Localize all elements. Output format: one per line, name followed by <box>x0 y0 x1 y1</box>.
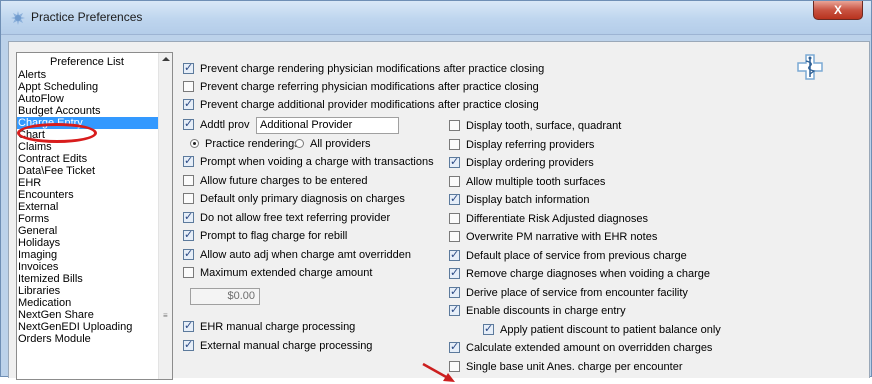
option-label: Apply patient discount to patient balanc… <box>500 323 721 336</box>
preference-list[interactable]: Preference List Alerts Appt Scheduling Aut… <box>16 52 173 380</box>
checkbox-external-manual-charge-processing[interactable] <box>183 338 194 352</box>
preference-item-orders-module[interactable]: Orders Module <box>17 333 159 345</box>
option-label: Derive place of service from encounter f… <box>466 286 688 299</box>
close-button[interactable]: X <box>813 1 863 20</box>
checkbox-differentiate-risk-adjusted-diagnoses[interactable] <box>449 212 460 224</box>
checkbox-prevent-charge-rendering-physician-modifications-after-practice-closing[interactable] <box>183 61 194 75</box>
option-label: External manual charge processing <box>200 339 373 352</box>
preference-list-scrollbar[interactable]: ≡ <box>158 53 172 379</box>
checkbox-default-place-of-service-from-previous-charge[interactable] <box>449 248 460 262</box>
checkbox-apply-patient-discount-to-patient-balance-only[interactable] <box>483 322 494 336</box>
option-label: Allow future charges to be entered <box>200 174 368 187</box>
option-label: Remove charge diagnoses when voiding a c… <box>466 268 710 280</box>
window-title: Practice Preferences <box>31 10 143 24</box>
checkbox-allow-multiple-tooth-surfaces[interactable] <box>449 175 460 187</box>
checkbox-derive-place-of-service-from-encounter-facility[interactable] <box>449 285 460 299</box>
checkbox-prevent-charge-additional-provider-modifications-after-practice-closing[interactable] <box>183 97 194 111</box>
checkbox-allow-future-charges-to-be-entered[interactable] <box>183 174 194 186</box>
option-label: Prevent charge referring physician modif… <box>200 81 539 93</box>
scroll-grip-icon[interactable]: ≡ <box>163 311 168 320</box>
preference-item-nextgen-share[interactable]: NextGen Share <box>17 309 159 321</box>
preference-item-encounters[interactable]: Encounters <box>17 189 159 201</box>
preference-item-alerts[interactable]: Alerts <box>17 69 159 81</box>
addtl-prov-checkbox[interactable] <box>183 117 194 131</box>
checkbox-allow-auto-adj-when-charge-amt-overridden[interactable] <box>183 247 194 261</box>
option-label: Prevent charge rendering physician modif… <box>200 63 545 75</box>
option-label: Allow multiple tooth surfaces <box>466 175 606 188</box>
preference-item-general[interactable]: General <box>17 225 159 237</box>
checkbox-ehr-manual-charge-processing[interactable] <box>183 319 194 333</box>
option-label: Prevent charge additional provider modif… <box>200 99 539 111</box>
preference-item-claims[interactable]: Claims <box>17 141 159 153</box>
all-providers-label: All providers <box>310 138 371 150</box>
preference-item-budget-accounts[interactable]: Budget Accounts <box>17 105 159 117</box>
option-label: Display tooth, surface, quadrant <box>466 120 622 132</box>
practice-renderings-label: Practice renderings <box>205 138 300 150</box>
max-extended-amount-input[interactable]: $0.00 <box>190 288 260 305</box>
checkbox-overwrite-pm-narrative-with-ehr-notes[interactable] <box>449 231 460 242</box>
option-label: Prompt when voiding a charge with transa… <box>200 156 434 168</box>
option-label: Do not allow free text referring provide… <box>200 211 391 224</box>
practice-renderings-radio[interactable] <box>190 139 199 148</box>
preference-list-header: Preference List <box>50 56 124 68</box>
checkbox-display-ordering-providers[interactable] <box>449 155 460 169</box>
checkbox-do-not-allow-free-text-referring-provider[interactable] <box>183 210 194 224</box>
checkbox-remove-charge-diagnoses-when-voiding-a-charge[interactable] <box>449 266 460 280</box>
preference-item-itemized-bills[interactable]: Itemized Bills <box>17 273 159 285</box>
option-label: Default only primary diagnosis on charge… <box>200 193 405 205</box>
preference-item-nextgenedi-uploading[interactable]: NextGenEDI Uploading <box>17 321 159 333</box>
checkbox-display-tooth-surface-quadrant[interactable] <box>449 120 460 131</box>
preference-item-ehr[interactable]: EHR <box>17 177 159 189</box>
preference-item-autoflow[interactable]: AutoFlow <box>17 93 159 105</box>
preference-item-external[interactable]: External <box>17 201 159 213</box>
title-bar[interactable]: Practice Preferences X <box>1 1 871 35</box>
option-label: Calculate extended amount on overridden … <box>466 342 713 354</box>
checkbox-default-only-primary-diagnosis-on-charges[interactable] <box>183 193 194 204</box>
preferences-panel: Preference List Alerts Appt Scheduling Aut… <box>8 41 870 382</box>
all-providers-radio[interactable] <box>295 139 304 148</box>
preference-item-medication[interactable]: Medication <box>17 297 159 309</box>
preference-item-libraries[interactable]: Libraries <box>17 285 159 297</box>
checkbox-prevent-charge-referring-physician-modifications-after-practice-closing[interactable] <box>183 81 194 92</box>
option-label: Differentiate Risk Adjusted diagnoses <box>466 212 649 225</box>
practice-preferences-window: Practice Preferences X Preference List A… <box>0 0 872 382</box>
caduceus-icon <box>797 54 823 80</box>
addtl-prov-label: Addtl prov <box>200 119 250 131</box>
preference-item-holidays[interactable]: Holidays <box>17 237 159 249</box>
option-label: Display ordering providers <box>466 157 594 169</box>
checkbox-enable-discounts-in-charge-entry[interactable] <box>449 303 460 317</box>
scroll-up-arrow-icon[interactable] <box>162 57 170 61</box>
option-label: Enable discounts in charge entry <box>466 305 626 317</box>
option-label: Display batch information <box>466 194 590 206</box>
checkbox-prompt-when-voiding-a-charge-with-transactions[interactable] <box>183 154 194 168</box>
charge-entry-highlight-circle <box>17 123 97 143</box>
option-label: Overwrite PM narrative with EHR notes <box>466 231 658 243</box>
checkbox-prompt-to-flag-charge-for-rebill[interactable] <box>183 228 194 242</box>
preferences-icon <box>11 11 25 25</box>
option-label: EHR manual charge processing <box>200 321 356 333</box>
preference-item-imaging[interactable]: Imaging <box>17 249 159 261</box>
option-label: Default place of service from previous c… <box>466 249 687 262</box>
checkbox-display-batch-information[interactable] <box>449 192 460 206</box>
red-pointer-arrow-icon <box>422 362 455 382</box>
preference-list-items: Alerts Appt Scheduling AutoFlow Budget Acco… <box>17 69 159 345</box>
checkbox-maximum-extended-charge-amount[interactable] <box>183 267 194 278</box>
checkbox-display-referring-providers[interactable] <box>449 138 460 150</box>
preference-item-appt-scheduling[interactable]: Appt Scheduling <box>17 81 159 93</box>
option-label: Prompt to flag charge for rebill <box>200 230 348 242</box>
option-label: Single base unit Anes. charge per encoun… <box>466 360 683 373</box>
checkbox-calculate-extended-amount-on-overridden-charges[interactable] <box>449 340 460 354</box>
preference-item-contract-edits[interactable]: Contract Edits <box>17 153 159 165</box>
addtl-prov-input[interactable]: Additional Provider <box>256 117 399 134</box>
preference-item-data-fee-ticket[interactable]: Data\Fee Ticket <box>17 165 159 177</box>
preference-item-forms[interactable]: Forms <box>17 213 159 225</box>
preference-item-invoices[interactable]: Invoices <box>17 261 159 273</box>
option-label: Allow auto adj when charge amt overridde… <box>200 248 411 261</box>
option-label: Display referring providers <box>466 138 595 151</box>
option-label: Maximum extended charge amount <box>200 267 373 279</box>
